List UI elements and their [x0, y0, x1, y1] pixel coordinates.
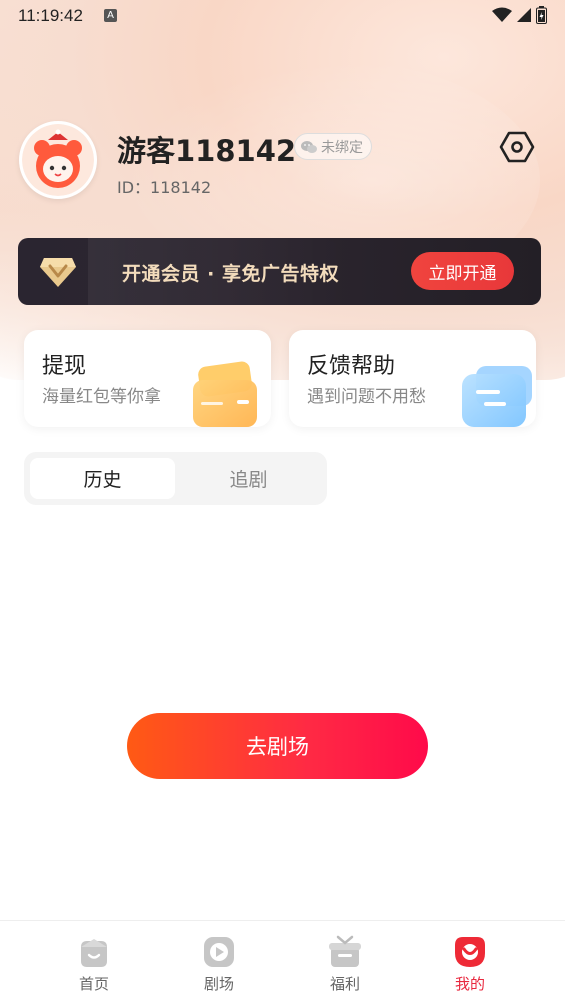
vip-banner[interactable]: 开通会员 · 享免广告特权 立即开通: [18, 238, 541, 305]
battery-icon: [536, 6, 547, 24]
home-icon: [81, 939, 107, 967]
tab-history[interactable]: 历史: [30, 458, 175, 499]
withdraw-card-subtitle: 海量红包等你拿: [42, 387, 161, 407]
nav-label-mine: 我的: [454, 975, 485, 993]
theater-play-icon: [204, 937, 234, 967]
signal-icon: [517, 8, 531, 22]
nav-label-home: 首页: [78, 975, 109, 993]
user-id: ID：118142: [117, 178, 212, 197]
feedback-card-subtitle: 遇到问题不用愁: [307, 387, 426, 407]
wechat-bind-badge[interactable]: 未绑定: [294, 133, 372, 160]
status-bar: 11:19:42 A: [0, 0, 565, 32]
nav-label-welfare: 福利: [329, 975, 360, 993]
wechat-icon: [301, 140, 317, 153]
status-icons: [492, 6, 547, 24]
gift-icon: [329, 935, 361, 967]
wifi-icon: [492, 7, 512, 22]
feedback-card-title: 反馈帮助: [307, 354, 396, 379]
settings-hex-icon: [499, 131, 535, 163]
nav-item-theater[interactable]: 剧场: [179, 935, 259, 994]
chat-bubble-icon: [462, 366, 532, 427]
status-time: 11:19:42: [18, 6, 83, 25]
bind-status-label: 未绑定: [321, 139, 363, 156]
withdraw-card-title: 提现: [42, 354, 87, 379]
vip-diamond-icon: [40, 258, 76, 287]
profile-icon: [455, 937, 485, 967]
nav-item-mine[interactable]: 我的: [430, 935, 510, 994]
bottom-nav: 首页 剧场 福利 我的: [0, 920, 565, 1004]
profile-screen: 11:19:42 A 游客118142 未绑定 ID：118142 开通会员 ·…: [0, 0, 565, 1004]
wallet-icon: [193, 361, 257, 427]
settings-button[interactable]: [498, 128, 536, 166]
username: 游客118142: [117, 134, 297, 168]
nav-item-home[interactable]: 首页: [54, 935, 134, 994]
avatar[interactable]: [19, 121, 97, 199]
tab-following[interactable]: 追剧: [176, 458, 321, 499]
withdraw-card[interactable]: 提现 海量红包等你拿: [24, 330, 271, 427]
feedback-help-card[interactable]: 反馈帮助 遇到问题不用愁: [289, 330, 536, 427]
history-tabs: 历史 追剧: [24, 452, 327, 505]
vip-open-button[interactable]: 立即开通: [411, 252, 514, 290]
vip-promo-text: 开通会员 · 享免广告特权: [122, 263, 339, 285]
nav-item-welfare[interactable]: 福利: [305, 935, 385, 994]
notification-icon: A: [104, 9, 117, 22]
go-theater-button[interactable]: 去剧场: [127, 713, 428, 779]
nav-label-theater: 剧场: [203, 975, 234, 993]
mascot-avatar-icon: [22, 124, 94, 196]
